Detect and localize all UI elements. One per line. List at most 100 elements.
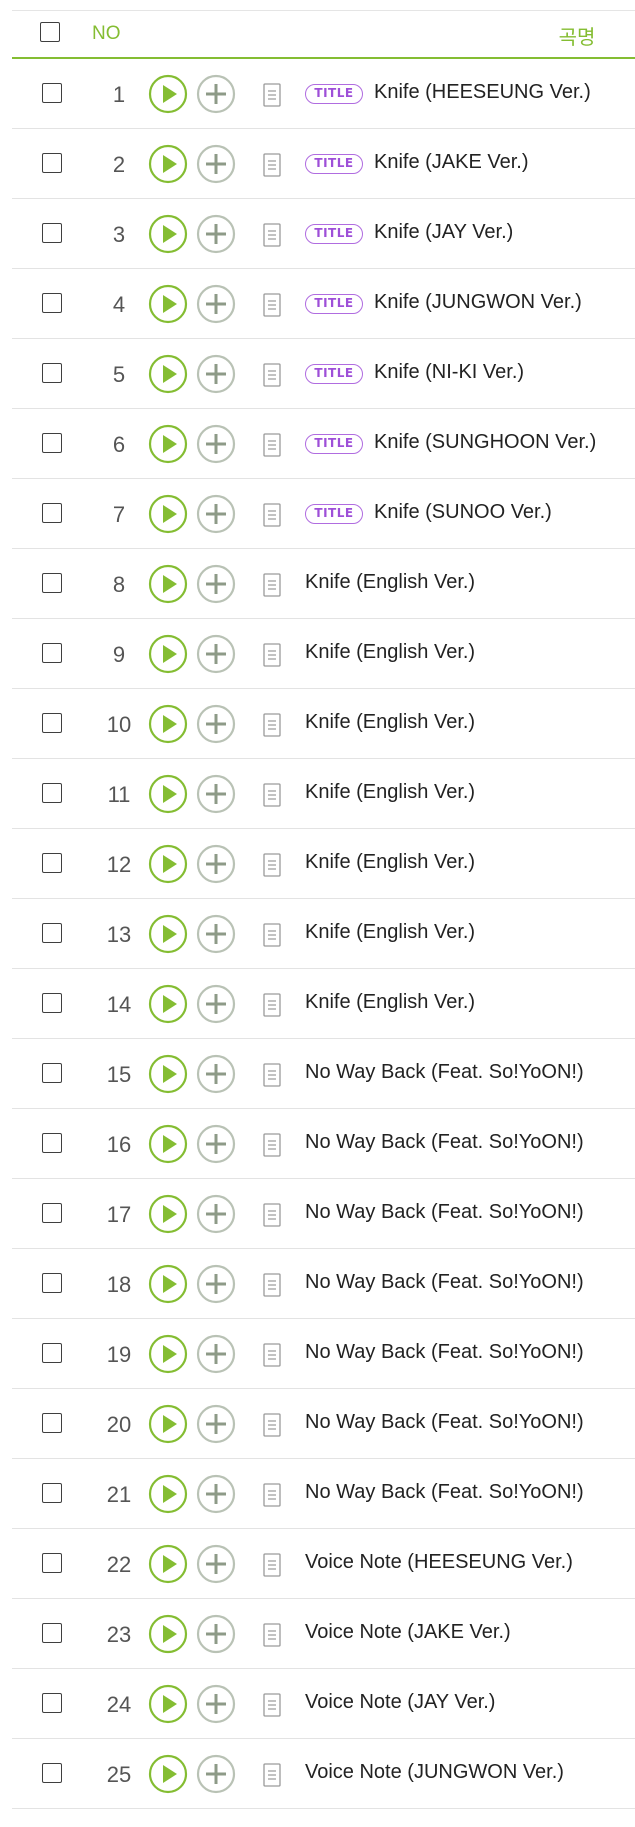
lyrics-button[interactable] bbox=[262, 1203, 284, 1229]
play-button[interactable] bbox=[148, 424, 188, 464]
lyrics-button[interactable] bbox=[262, 853, 284, 879]
play-button[interactable] bbox=[148, 1684, 188, 1724]
track-checkbox[interactable] bbox=[42, 1203, 62, 1223]
add-to-playlist-button[interactable] bbox=[196, 1684, 236, 1724]
add-to-playlist-button[interactable] bbox=[196, 634, 236, 674]
song-title-link[interactable]: No Way Back (Feat. So!YoON!) bbox=[305, 1061, 584, 1084]
add-to-playlist-button[interactable] bbox=[196, 1754, 236, 1794]
add-to-playlist-button[interactable] bbox=[196, 1404, 236, 1444]
song-title-link[interactable]: Knife (English Ver.) bbox=[305, 571, 475, 594]
track-checkbox[interactable] bbox=[42, 433, 62, 453]
track-checkbox[interactable] bbox=[42, 503, 62, 523]
lyrics-button[interactable] bbox=[262, 1623, 284, 1649]
track-checkbox[interactable] bbox=[42, 1273, 62, 1293]
add-to-playlist-button[interactable] bbox=[196, 494, 236, 534]
track-checkbox[interactable] bbox=[42, 993, 62, 1013]
play-button[interactable] bbox=[148, 1194, 188, 1234]
song-title-link[interactable]: No Way Back (Feat. So!YoON!) bbox=[305, 1411, 584, 1434]
track-checkbox[interactable] bbox=[42, 713, 62, 733]
track-checkbox[interactable] bbox=[42, 1693, 62, 1713]
song-title-link[interactable]: Knife (English Ver.) bbox=[305, 851, 475, 874]
song-title-link[interactable]: Knife (SUNOO Ver.) bbox=[374, 501, 552, 524]
add-to-playlist-button[interactable] bbox=[196, 844, 236, 884]
song-title-link[interactable]: Knife (JAKE Ver.) bbox=[374, 151, 529, 174]
add-to-playlist-button[interactable] bbox=[196, 914, 236, 954]
add-to-playlist-button[interactable] bbox=[196, 214, 236, 254]
play-button[interactable] bbox=[148, 1544, 188, 1584]
add-to-playlist-button[interactable] bbox=[196, 74, 236, 114]
lyrics-button[interactable] bbox=[262, 1483, 284, 1509]
song-title-link[interactable]: Knife (JAY Ver.) bbox=[374, 221, 513, 244]
lyrics-button[interactable] bbox=[262, 503, 284, 529]
lyrics-button[interactable] bbox=[262, 1273, 284, 1299]
song-title-link[interactable]: Knife (HEESEUNG Ver.) bbox=[374, 81, 591, 104]
select-all-checkbox[interactable] bbox=[40, 22, 60, 42]
song-title-link[interactable]: No Way Back (Feat. So!YoON!) bbox=[305, 1341, 584, 1364]
add-to-playlist-button[interactable] bbox=[196, 144, 236, 184]
track-checkbox[interactable] bbox=[42, 923, 62, 943]
add-to-playlist-button[interactable] bbox=[196, 1194, 236, 1234]
song-title-link[interactable]: Knife (SUNGHOON Ver.) bbox=[374, 431, 596, 454]
play-button[interactable] bbox=[148, 1334, 188, 1374]
play-button[interactable] bbox=[148, 74, 188, 114]
song-title-link[interactable]: No Way Back (Feat. So!YoON!) bbox=[305, 1201, 584, 1224]
lyrics-button[interactable] bbox=[262, 643, 284, 669]
play-button[interactable] bbox=[148, 1264, 188, 1304]
lyrics-button[interactable] bbox=[262, 293, 284, 319]
add-to-playlist-button[interactable] bbox=[196, 354, 236, 394]
lyrics-button[interactable] bbox=[262, 1413, 284, 1439]
lyrics-button[interactable] bbox=[262, 783, 284, 809]
lyrics-button[interactable] bbox=[262, 83, 284, 109]
play-button[interactable] bbox=[148, 844, 188, 884]
play-button[interactable] bbox=[148, 1614, 188, 1654]
add-to-playlist-button[interactable] bbox=[196, 774, 236, 814]
play-button[interactable] bbox=[148, 774, 188, 814]
track-checkbox[interactable] bbox=[42, 573, 62, 593]
play-button[interactable] bbox=[148, 1124, 188, 1164]
song-title-link[interactable]: Knife (English Ver.) bbox=[305, 921, 475, 944]
lyrics-button[interactable] bbox=[262, 1693, 284, 1719]
track-checkbox[interactable] bbox=[42, 853, 62, 873]
song-title-link[interactable]: No Way Back (Feat. So!YoON!) bbox=[305, 1481, 584, 1504]
track-checkbox[interactable] bbox=[42, 223, 62, 243]
lyrics-button[interactable] bbox=[262, 433, 284, 459]
play-button[interactable] bbox=[148, 1054, 188, 1094]
lyrics-button[interactable] bbox=[262, 713, 284, 739]
add-to-playlist-button[interactable] bbox=[196, 1264, 236, 1304]
lyrics-button[interactable] bbox=[262, 1553, 284, 1579]
track-checkbox[interactable] bbox=[42, 363, 62, 383]
song-title-link[interactable]: Knife (English Ver.) bbox=[305, 991, 475, 1014]
track-checkbox[interactable] bbox=[42, 1623, 62, 1643]
track-checkbox[interactable] bbox=[42, 783, 62, 803]
lyrics-button[interactable] bbox=[262, 993, 284, 1019]
add-to-playlist-button[interactable] bbox=[196, 1124, 236, 1164]
play-button[interactable] bbox=[148, 704, 188, 744]
track-checkbox[interactable] bbox=[42, 293, 62, 313]
add-to-playlist-button[interactable] bbox=[196, 564, 236, 604]
track-checkbox[interactable] bbox=[42, 1063, 62, 1083]
play-button[interactable] bbox=[148, 144, 188, 184]
play-button[interactable] bbox=[148, 1404, 188, 1444]
play-button[interactable] bbox=[148, 914, 188, 954]
add-to-playlist-button[interactable] bbox=[196, 1544, 236, 1584]
track-checkbox[interactable] bbox=[42, 153, 62, 173]
track-checkbox[interactable] bbox=[42, 1413, 62, 1433]
play-button[interactable] bbox=[148, 1474, 188, 1514]
add-to-playlist-button[interactable] bbox=[196, 284, 236, 324]
lyrics-button[interactable] bbox=[262, 1763, 284, 1789]
play-button[interactable] bbox=[148, 284, 188, 324]
add-to-playlist-button[interactable] bbox=[196, 984, 236, 1024]
add-to-playlist-button[interactable] bbox=[196, 424, 236, 464]
play-button[interactable] bbox=[148, 494, 188, 534]
song-title-link[interactable]: Knife (English Ver.) bbox=[305, 641, 475, 664]
song-title-link[interactable]: Knife (NI-KI Ver.) bbox=[374, 361, 524, 384]
play-button[interactable] bbox=[148, 1754, 188, 1794]
play-button[interactable] bbox=[148, 214, 188, 254]
track-checkbox[interactable] bbox=[42, 1483, 62, 1503]
lyrics-button[interactable] bbox=[262, 1063, 284, 1089]
lyrics-button[interactable] bbox=[262, 153, 284, 179]
song-title-link[interactable]: No Way Back (Feat. So!YoON!) bbox=[305, 1271, 584, 1294]
play-button[interactable] bbox=[148, 564, 188, 604]
track-checkbox[interactable] bbox=[42, 1133, 62, 1153]
track-checkbox[interactable] bbox=[42, 83, 62, 103]
